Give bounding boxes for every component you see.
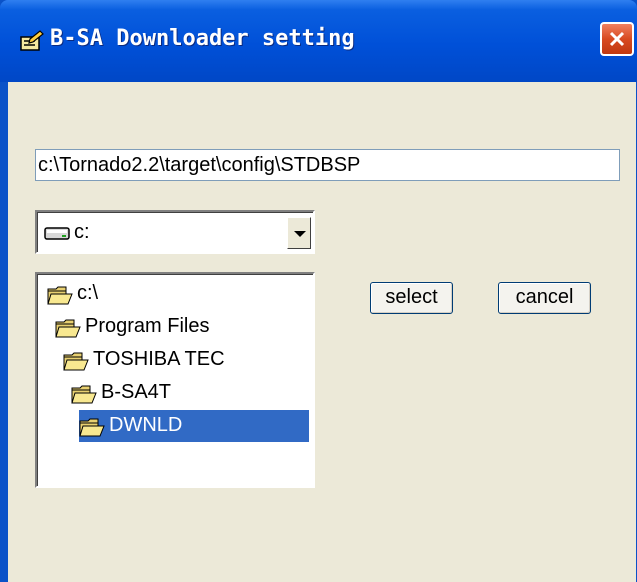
tree-item-label: c:\ <box>77 282 99 304</box>
drive-dropdown[interactable]: c: <box>35 210 315 254</box>
open-folder-icon <box>63 352 89 371</box>
open-folder-icon <box>71 385 97 404</box>
folder-tree[interactable]: c:\ Program Files TOSHIBA TEC B-SA4T DWN… <box>35 272 315 488</box>
tree-item-program-files[interactable]: Program Files <box>55 311 255 343</box>
close-x-icon <box>609 31 625 47</box>
tree-item-b-sa4t[interactable]: B-SA4T <box>71 377 231 409</box>
cancel-button[interactable]: cancel <box>498 282 591 314</box>
open-folder-icon <box>55 319 81 338</box>
path-input[interactable]: c:\Tornado2.2\target\config\STDBSP <box>35 149 620 181</box>
drive-dropdown-frame: c: <box>37 212 313 252</box>
drive-icon <box>44 227 70 240</box>
drive-value: c: <box>74 221 90 243</box>
tree-item-label: Program Files <box>85 315 210 337</box>
tree-item-dwnld[interactable]: DWNLD <box>79 410 309 442</box>
tree-item-label: B-SA4T <box>101 381 172 403</box>
tree-item-label: DWNLD <box>109 414 183 436</box>
tree-item-toshiba-tec[interactable]: TOSHIBA TEC <box>63 344 283 376</box>
dropdown-arrow-icon <box>294 231 306 237</box>
dropdown-button[interactable] <box>287 217 311 249</box>
dialog-client-area: c:\Tornado2.2\target\config\STDBSP c: c:… <box>8 82 636 582</box>
tree-item-root[interactable]: c:\ <box>47 278 167 310</box>
open-folder-icon <box>47 286 73 305</box>
dialog-window: B-SA Downloader setting c:\Tornado2.2\ta… <box>0 0 637 582</box>
folder-tree-frame: c:\ Program Files TOSHIBA TEC B-SA4T DWN… <box>37 274 313 486</box>
pencil-notepad-icon <box>20 30 44 51</box>
window-title: B-SA Downloader setting <box>50 26 355 51</box>
select-button[interactable]: select <box>370 282 453 314</box>
tree-item-label: TOSHIBA TEC <box>93 348 225 370</box>
close-button[interactable] <box>600 22 634 56</box>
title-bar[interactable]: B-SA Downloader setting <box>0 0 637 82</box>
open-folder-icon <box>79 418 105 437</box>
